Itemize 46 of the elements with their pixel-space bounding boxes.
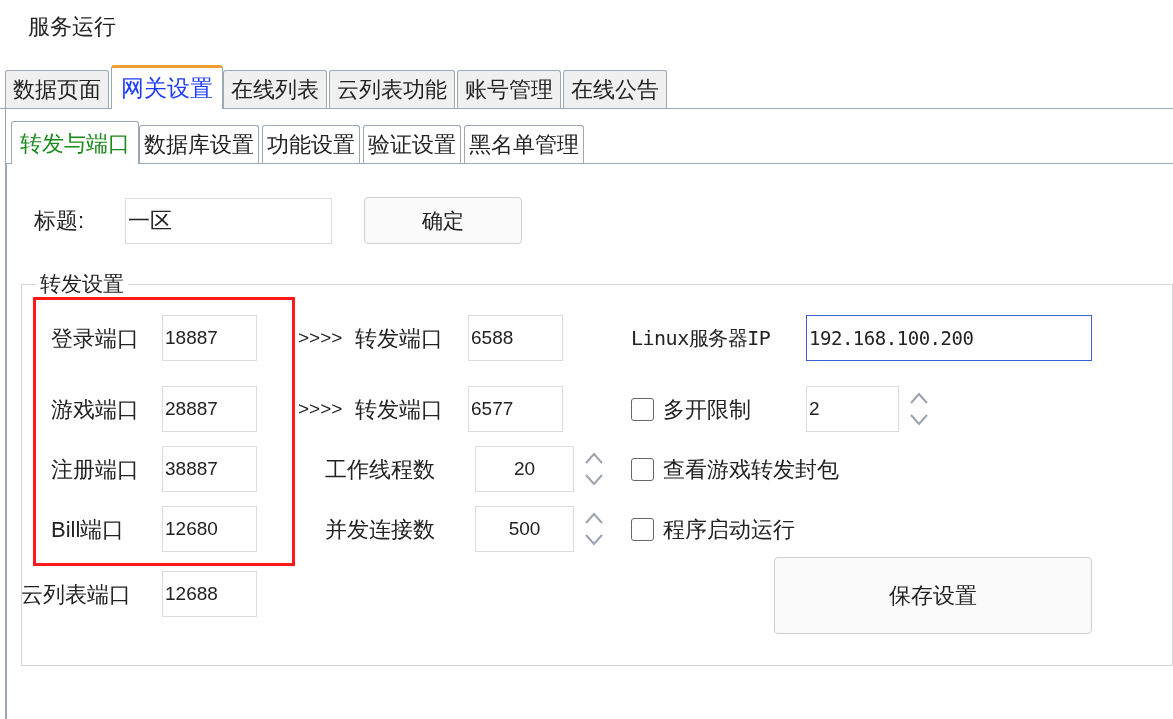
port-label: 登录端口 [50, 324, 140, 353]
save-button[interactable]: 保存设置 [774, 557, 1092, 634]
checkbox[interactable] [631, 457, 654, 481]
checkbox[interactable] [631, 517, 654, 541]
input-field[interactable]: 20 [475, 446, 574, 492]
arrow-marks: >>>> [298, 396, 344, 421]
ip-label: Linux服务器IP [631, 325, 772, 352]
sub-tab[interactable]: 验证设置 [363, 125, 461, 163]
ip-input[interactable]: 192.168.100.200 [806, 315, 1092, 361]
main-tab[interactable]: 账号管理 [457, 70, 561, 108]
forward-port-label: 转发端口 [355, 395, 444, 424]
window-title: 服务运行 [27, 13, 117, 41]
main-tab[interactable]: 数据页面 [5, 70, 109, 108]
port-label: Bill端口 [50, 515, 126, 544]
port-label: 云列表端口 [21, 580, 132, 609]
title-input[interactable]: 一区 [125, 197, 332, 244]
group-title: 转发设置 [36, 272, 128, 296]
sub-tab[interactable]: 转发与端口 [11, 121, 139, 164]
main-tab[interactable]: 网关设置 [111, 65, 223, 109]
input-field[interactable]: 12680 [162, 506, 257, 552]
arrow-marks: >>>> [298, 325, 344, 350]
main-tab[interactable]: 云列表功能 [329, 70, 455, 108]
input-field[interactable]: 28887 [162, 386, 257, 432]
input-field[interactable]: 6588 [468, 315, 563, 361]
input-field[interactable]: 38887 [162, 446, 257, 492]
title-label: 标题: [34, 207, 86, 235]
confirm-button[interactable]: 确定 [364, 197, 522, 244]
checkbox-label: 多开限制 [663, 395, 752, 424]
checkbox[interactable] [631, 397, 654, 421]
port-label: 游戏端口 [50, 395, 140, 424]
sub-tab[interactable]: 功能设置 [262, 125, 360, 163]
main-tab[interactable]: 在线公告 [563, 70, 667, 108]
forward-port-label: 转发端口 [355, 324, 444, 353]
sub-tab[interactable]: 数据库设置 [139, 125, 259, 163]
sub-tab[interactable]: 黑名单管理 [464, 125, 584, 163]
port-label: 注册端口 [50, 455, 140, 484]
input-field[interactable]: 12688 [162, 571, 257, 617]
checkbox-label: 查看游戏转发封包 [663, 455, 839, 484]
checkbox-label: 程序启动运行 [663, 515, 795, 544]
input-field[interactable]: 2 [806, 386, 899, 432]
input-field[interactable]: 6577 [468, 386, 563, 432]
spin-label: 工作线程数 [325, 455, 436, 484]
main-tab[interactable]: 在线列表 [223, 70, 327, 108]
spin-label: 并发连接数 [325, 515, 436, 544]
input-field[interactable]: 500 [475, 506, 574, 552]
input-field[interactable]: 18887 [162, 315, 257, 361]
